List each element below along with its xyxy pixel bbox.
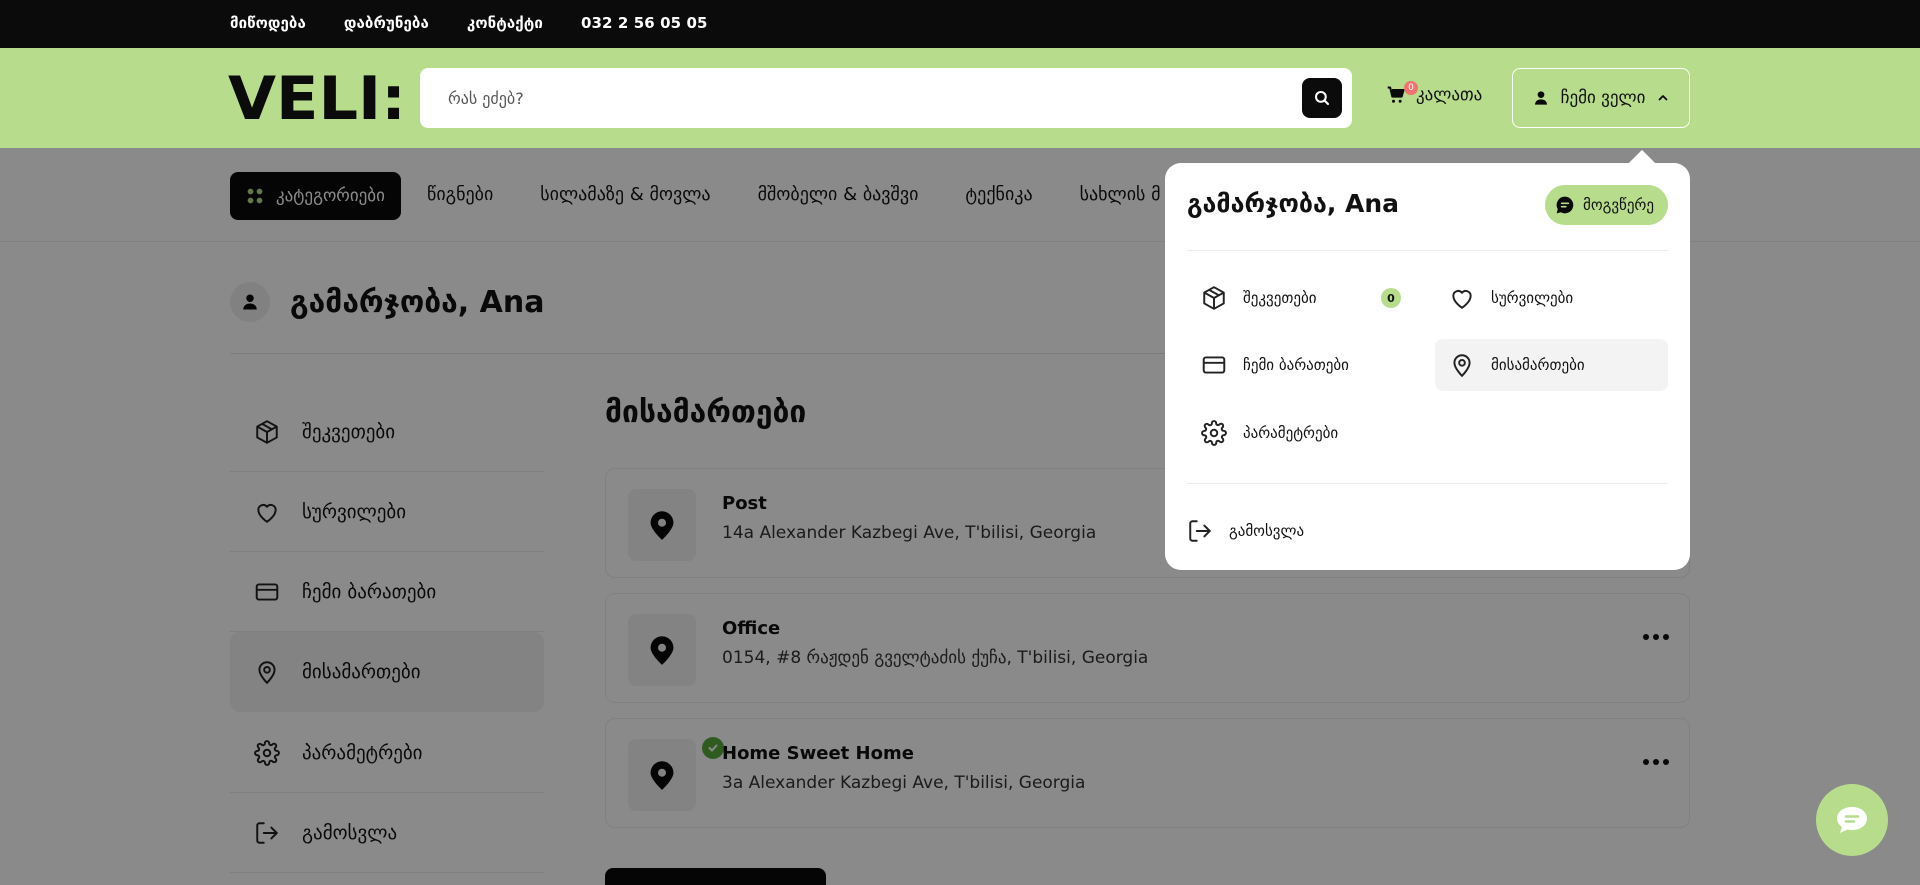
search-input[interactable] xyxy=(448,68,1308,128)
header: VELI: 0 კალათა ჩემი ველი xyxy=(0,48,1920,148)
top-links: მიწოდება დაბრუნება კონტაქტი 032 2 56 05 … xyxy=(230,14,708,32)
account-button[interactable]: ჩემი ველი xyxy=(1512,68,1690,128)
orders-count-badge: 0 xyxy=(1381,288,1401,308)
dropdown-item-label: გამოსვლა xyxy=(1229,522,1305,540)
dropdown-item-label: მისამართები xyxy=(1491,356,1585,374)
top-link-delivery[interactable]: მიწოდება xyxy=(230,14,306,32)
chat-icon xyxy=(1837,807,1867,833)
dropdown-item-label: სურვილები xyxy=(1491,289,1574,307)
gear-icon xyxy=(1201,420,1227,446)
dropdown-greeting: გამარჯობა, Ana xyxy=(1187,189,1400,218)
write-us-button[interactable]: მოგვწერე xyxy=(1545,185,1668,225)
message-icon xyxy=(1556,196,1574,214)
write-us-label: მოგვწერე xyxy=(1583,196,1654,214)
search-button[interactable] xyxy=(1302,78,1342,118)
heart-icon xyxy=(1452,290,1472,309)
logout-icon xyxy=(1189,520,1211,542)
divider xyxy=(1187,250,1668,251)
dropdown-item-orders[interactable]: შეკვეთები 0 xyxy=(1187,272,1412,324)
box-icon xyxy=(1203,286,1225,310)
divider xyxy=(1187,483,1668,484)
user-icon xyxy=(1534,91,1547,105)
card-icon xyxy=(1202,356,1226,374)
account-dropdown: გამარჯობა, Ana მოგვწერე შეკვეთები 0 სურვ… xyxy=(1165,163,1690,570)
chat-button[interactable] xyxy=(1816,784,1888,856)
cart-button[interactable]: 0 კალათა xyxy=(1386,81,1483,105)
dropdown-item-wishlist[interactable]: სურვილები xyxy=(1435,272,1668,324)
chevron-up-icon xyxy=(1659,95,1668,101)
search-icon xyxy=(1314,90,1330,106)
account-label: ჩემი ველი xyxy=(1560,88,1646,108)
dropdown-item-cards[interactable]: ჩემი ბარათები xyxy=(1187,339,1412,391)
logo-text: VELI: xyxy=(228,70,406,126)
top-bar: მიწოდება დაბრუნება კონტაქტი 032 2 56 05 … xyxy=(0,0,1920,48)
logo[interactable]: VELI: xyxy=(228,70,406,126)
top-link-returns[interactable]: დაბრუნება xyxy=(344,14,429,32)
cart-icon xyxy=(1387,86,1405,103)
search-bar xyxy=(420,68,1352,128)
dropdown-item-label: შეკვეთები xyxy=(1243,289,1317,307)
top-phone[interactable]: 032 2 56 05 05 xyxy=(581,14,708,32)
pin-icon xyxy=(1453,354,1471,378)
cart-label: კალათა xyxy=(1416,85,1483,105)
dropdown-item-settings[interactable]: პარამეტრები xyxy=(1187,407,1412,459)
dropdown-item-addresses[interactable]: მისამართები xyxy=(1435,339,1668,391)
dropdown-item-logout[interactable]: გამოსვლა xyxy=(1173,505,1413,557)
dropdown-item-label: პარამეტრები xyxy=(1243,424,1339,442)
dropdown-item-label: ჩემი ბარათები xyxy=(1243,356,1349,374)
top-link-contact[interactable]: კონტაქტი xyxy=(467,14,543,32)
cart-count-badge: 0 xyxy=(1404,81,1418,95)
